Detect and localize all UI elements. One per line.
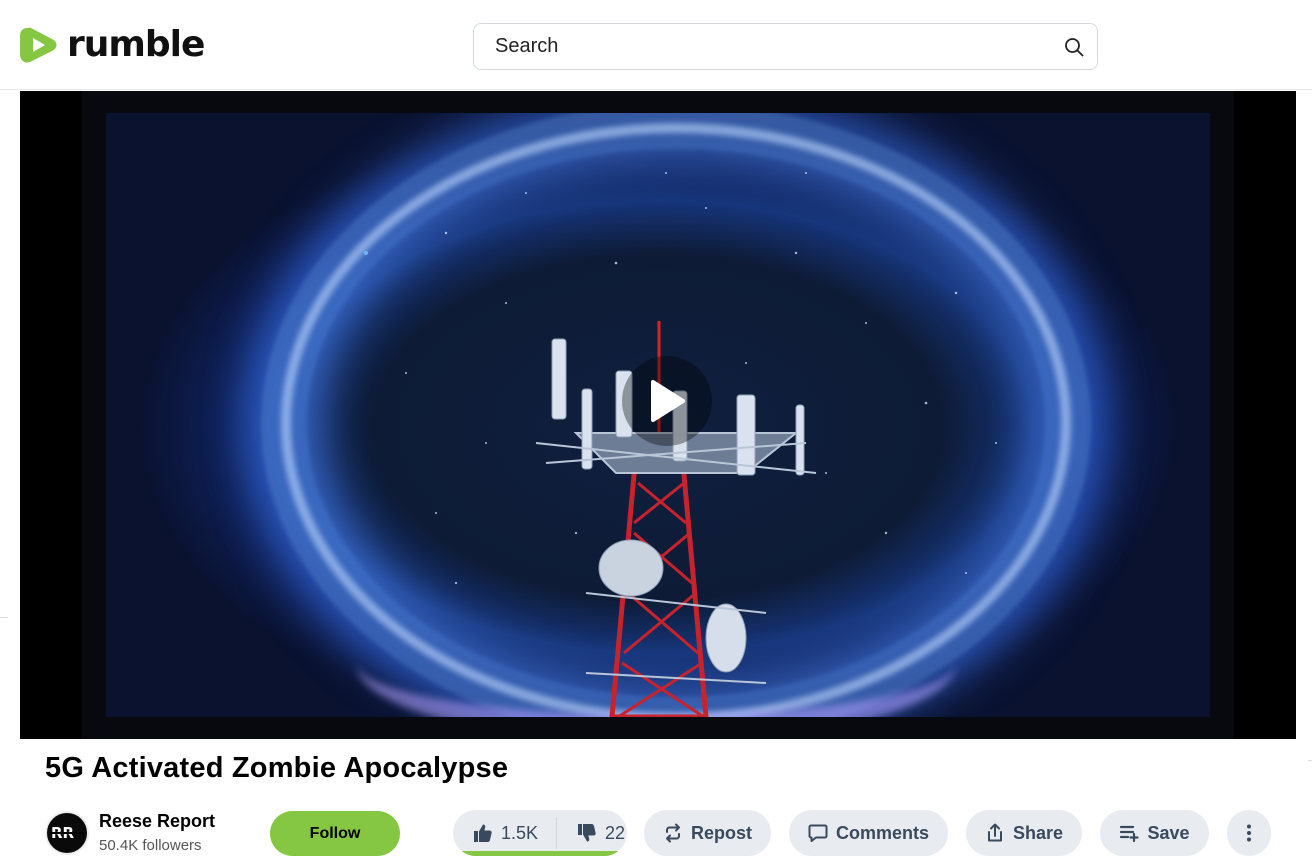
divider — [556, 817, 558, 849]
like-ratio-fill — [461, 851, 619, 856]
divider — [1308, 760, 1312, 761]
follow-button[interactable]: Follow — [270, 811, 400, 856]
dislike-count: 22 — [605, 822, 626, 843]
share-label: Share — [1012, 822, 1064, 843]
comments-button[interactable]: Comments — [789, 810, 948, 856]
rumble-logo[interactable]: rumble — [19, 24, 205, 66]
like-count: 1.5K — [501, 822, 539, 843]
play-button[interactable] — [622, 356, 712, 446]
follower-count: 50.4K followers — [99, 837, 202, 854]
save-label: Save — [1147, 822, 1190, 843]
logo-text: rumble — [67, 24, 205, 65]
repost-label: Repost — [690, 822, 752, 843]
like-button[interactable]: 1.5K — [453, 810, 538, 856]
repost-button[interactable]: Repost — [644, 810, 771, 856]
divider — [0, 617, 8, 618]
rumble-logo-icon — [20, 27, 57, 63]
video-title: 5G Activated Zombie Apocalypse — [45, 752, 509, 784]
search-input[interactable] — [474, 24, 1051, 69]
search-box — [473, 23, 1098, 70]
more-options-button[interactable] — [1227, 810, 1271, 856]
comments-label: Comments — [835, 822, 929, 843]
share-button[interactable]: Share — [966, 810, 1082, 856]
comment-icon — [808, 824, 828, 842]
repost-icon — [665, 823, 680, 843]
avatar[interactable]: RR — [45, 811, 89, 855]
video-player[interactable] — [20, 91, 1296, 739]
save-playlist-icon — [1120, 825, 1140, 843]
channel-logo-icon: RR — [50, 824, 84, 842]
vote-group: 1.5K 22 — [453, 810, 627, 856]
play-icon — [651, 380, 685, 422]
like-ratio-bar — [461, 851, 621, 856]
save-button[interactable]: Save — [1100, 810, 1209, 856]
search-icon — [1065, 37, 1084, 56]
more-vertical-icon — [1247, 824, 1251, 842]
share-icon — [987, 823, 1002, 842]
search-button[interactable] — [1051, 24, 1097, 70]
site-header: rumble — [0, 0, 1312, 90]
dislike-button[interactable]: 22 — [565, 810, 625, 856]
channel-name[interactable]: Reese Report — [99, 811, 215, 832]
thumbs-down-icon — [578, 824, 596, 842]
thumbs-up-icon — [474, 824, 492, 842]
